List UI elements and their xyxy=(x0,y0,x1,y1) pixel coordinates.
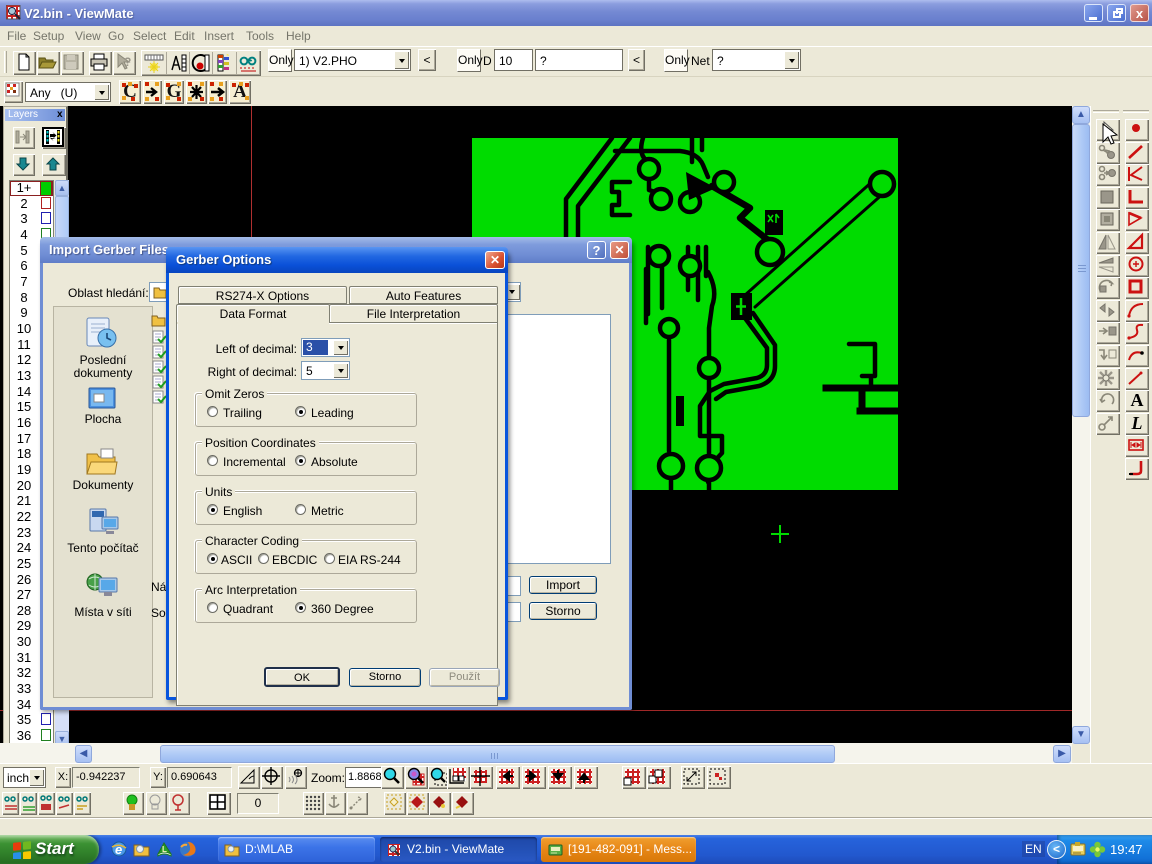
svg-text:?: ? xyxy=(124,55,131,69)
svg-text:L: L xyxy=(162,845,167,854)
svg-text:e: e xyxy=(115,842,122,857)
